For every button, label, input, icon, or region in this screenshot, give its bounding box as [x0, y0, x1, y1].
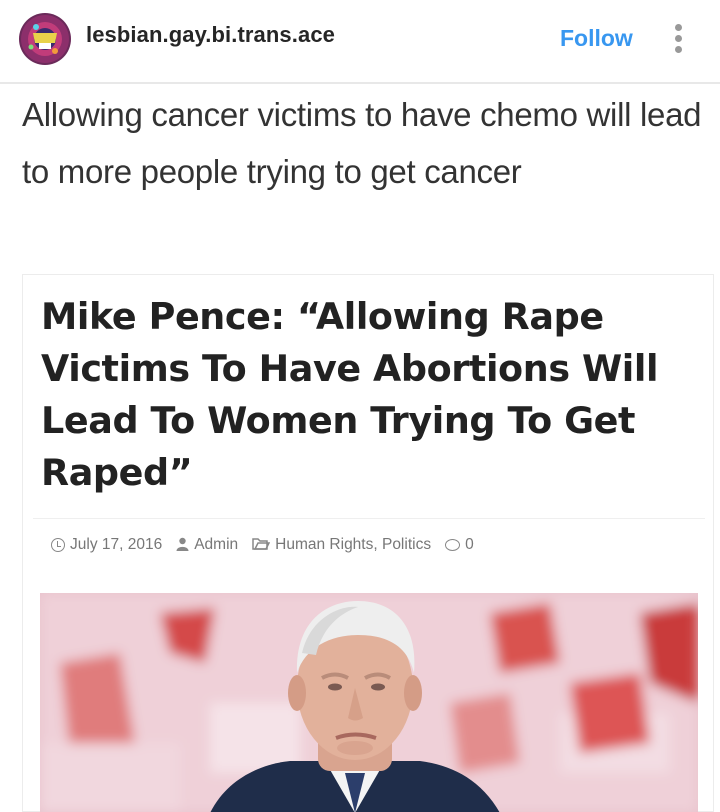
meta-author[interactable]: Admin: [176, 536, 238, 554]
article-headline: Mike Pence: “Allowing Rape Victims To Ha…: [41, 295, 659, 494]
meta-date: July 17, 2016: [51, 536, 162, 554]
pence-photo-illustration: [40, 593, 698, 812]
avatar-image: [19, 13, 71, 65]
meta-categories[interactable]: Human Rights, Politics: [252, 536, 431, 554]
meta-comments[interactable]: 0: [445, 536, 474, 554]
comment-icon: [445, 539, 461, 551]
article-photo[interactable]: [40, 593, 698, 812]
post-header: lesbian.gay.bi.trans.ace Follow: [0, 0, 720, 80]
article-card: Mike Pence: “Allowing Rape Victims To Ha…: [22, 274, 714, 812]
folder-icon: [252, 537, 271, 554]
username[interactable]: lesbian.gay.bi.trans.ace: [86, 22, 335, 48]
comment-count[interactable]: 0: [465, 536, 474, 554]
follow-button[interactable]: Follow: [560, 25, 633, 52]
more-options-icon[interactable]: [666, 20, 690, 56]
clock-icon: [51, 538, 65, 552]
article-meta: July 17, 2016 Admin Human Rights, Politi…: [51, 535, 488, 555]
meta-divider: [33, 518, 705, 519]
user-icon: [176, 537, 189, 554]
article-author[interactable]: Admin: [194, 536, 238, 554]
post-caption: Allowing cancer victims to have chemo wi…: [22, 96, 702, 190]
article-date: July 17, 2016: [70, 536, 163, 553]
avatar[interactable]: [19, 13, 71, 65]
header-divider: [0, 82, 720, 84]
article-categories[interactable]: Human Rights, Politics: [275, 536, 431, 554]
